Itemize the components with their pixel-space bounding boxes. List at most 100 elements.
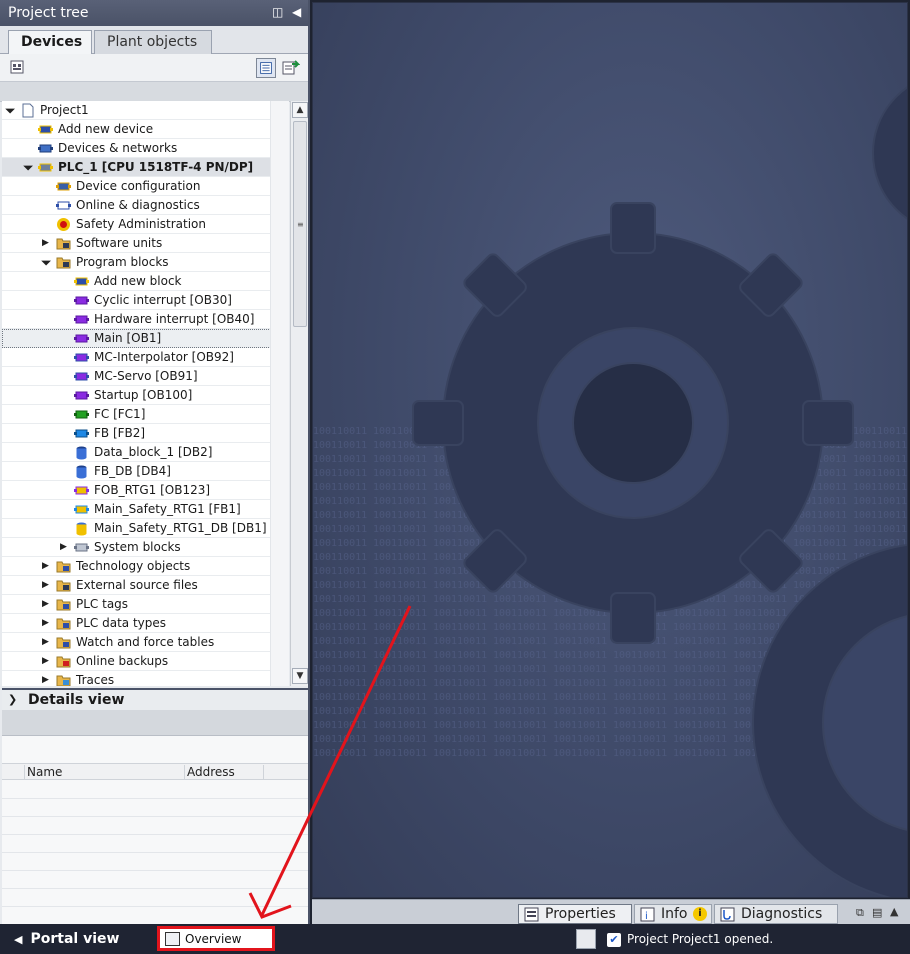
tree-item-status-cell (270, 443, 289, 462)
details-view-header[interactable]: ❯ Details view (2, 688, 308, 710)
expand-toggle-icon[interactable]: ▶ (42, 599, 52, 609)
tree-item[interactable]: Startup [OB100] (2, 386, 289, 405)
expand-toggle-icon[interactable]: ▶ (42, 656, 52, 666)
pin-icon[interactable]: ◫ (272, 5, 283, 19)
tree-item[interactable]: Data_block_1 [DB2] (2, 443, 289, 462)
folder-watch-icon (56, 637, 71, 649)
expand-toggle-icon[interactable]: ▶ (42, 675, 52, 685)
ob-icon (74, 334, 89, 343)
tree-item[interactable]: ▶ Technology objects (2, 557, 289, 576)
tree-item[interactable]: ▶ Watch and force tables (2, 633, 289, 652)
overview-label: Overview (185, 932, 242, 946)
tree-item[interactable]: Add new device (2, 120, 289, 139)
collapse-toggle-icon[interactable]: ◢ (40, 255, 54, 269)
table-row (2, 852, 308, 853)
tree-item[interactable]: FB [FB2] (2, 424, 289, 443)
tree-item-status-cell (270, 272, 289, 291)
fc-icon (74, 410, 89, 419)
network-status-icon[interactable] (576, 929, 596, 949)
scroll-thumb[interactable]: ≡ (293, 121, 307, 327)
tree-item[interactable]: ◢ PLC_1 [CPU 1518TF-4 PN/DP] (2, 158, 289, 177)
tab-properties[interactable]: Properties (518, 904, 632, 924)
tree-item[interactable]: Main [OB1] (2, 329, 289, 348)
tree-header-strip (0, 82, 308, 102)
column-address[interactable]: Address (184, 765, 264, 779)
project-tree-tabs: Devices Plant objects (0, 26, 308, 54)
collapse-left-icon[interactable]: ◀ (292, 5, 301, 19)
tree-item[interactable]: FC [FC1] (2, 405, 289, 424)
tree-item[interactable]: MC-Servo [OB91] (2, 367, 289, 386)
tree-item[interactable]: ▶ Traces (2, 671, 289, 686)
tree-item[interactable]: Cyclic interrupt [OB30] (2, 291, 289, 310)
float-window-icon[interactable]: ⧉ (856, 906, 864, 920)
list-view-icon[interactable] (256, 58, 276, 78)
tree-item-status-cell (270, 576, 289, 595)
folder-types-icon (56, 618, 71, 630)
expand-toggle-icon[interactable]: ▶ (60, 542, 70, 552)
info-badge-icon: i (693, 907, 707, 921)
tree-item[interactable]: Safety Administration (2, 215, 289, 234)
diagnostics-icon (720, 907, 735, 922)
chevron-down-icon[interactable]: ❯ (8, 693, 17, 706)
portal-view-button[interactable]: ◀ Portal view (14, 931, 119, 947)
tree-item[interactable]: ▶ System blocks (2, 538, 289, 557)
overview-button[interactable]: Overview (157, 926, 275, 951)
folder-backup-icon (56, 656, 71, 668)
tree-item[interactable]: Main_Safety_RTG1_DB [DB1] (2, 519, 289, 538)
tree-item[interactable]: Hardware interrupt [OB40] (2, 310, 289, 329)
tree-item[interactable]: ▶ Software units (2, 234, 289, 253)
tree-item[interactable]: ◢ Program blocks (2, 253, 289, 272)
collapse-toggle-icon[interactable]: ◢ (22, 160, 36, 174)
expand-toggle-icon[interactable]: ▶ (42, 561, 52, 571)
tree-item[interactable]: FOB_RTG1 [OB123] (2, 481, 289, 500)
tree-scrollbar[interactable]: ▲ ≡ ▼ (290, 101, 308, 686)
tree-item-label: Device configuration (76, 179, 201, 193)
tree-item[interactable]: ◢ Project1 (2, 101, 289, 120)
tree-item[interactable]: FB_DB [DB4] (2, 462, 289, 481)
tree-item[interactable]: ▶ PLC data types (2, 614, 289, 633)
table-row (2, 798, 308, 799)
tree-item-status-cell (270, 633, 289, 652)
tree-options-icon[interactable] (8, 58, 28, 78)
tree-item-label: Main_Safety_RTG1 [FB1] (94, 502, 241, 516)
expand-toggle-icon[interactable]: ▶ (42, 637, 52, 647)
tab-plant-objects[interactable]: Plant objects (94, 30, 212, 54)
tree-item-status-cell (270, 234, 289, 253)
tree-item-status-cell (270, 500, 289, 519)
tree-item[interactable]: MC-Interpolator [OB92] (2, 348, 289, 367)
add-block-icon (74, 277, 89, 286)
tree-item[interactable]: Device configuration (2, 177, 289, 196)
network-icon (38, 144, 53, 153)
expand-toggle-icon[interactable]: ▶ (42, 580, 52, 590)
collapse-toggle-icon[interactable]: ◢ (4, 103, 18, 117)
tree-item-label: Watch and force tables (76, 635, 215, 649)
tree-item-status-cell (270, 291, 289, 310)
expand-toggle-icon[interactable]: ▶ (42, 238, 52, 248)
maximize-icon[interactable]: ▤ (872, 906, 882, 919)
tree-item-label: System blocks (94, 540, 181, 554)
status-bar: ◀ Portal view Overview ✔ Project Project1 … (0, 924, 910, 954)
tree-item-status-cell (270, 120, 289, 139)
tree-item-label: Startup [OB100] (94, 388, 193, 402)
scroll-up-arrow[interactable]: ▲ (292, 102, 308, 118)
tree-item[interactable]: Main_Safety_RTG1 [FB1] (2, 500, 289, 519)
tree-item[interactable]: Add new block (2, 272, 289, 291)
export-table-icon[interactable] (280, 58, 300, 78)
tree-item-label: FOB_RTG1 [OB123] (94, 483, 211, 497)
tree-item[interactable]: ▶ PLC tags (2, 595, 289, 614)
tab-devices[interactable]: Devices (8, 30, 92, 54)
fb-icon (74, 429, 89, 438)
tab-diagnostics[interactable]: Diagnostics (714, 904, 838, 924)
column-name[interactable]: Name (24, 765, 184, 779)
tab-info[interactable]: i Info i (634, 904, 712, 924)
expand-up-icon[interactable]: ▲ (890, 905, 898, 918)
tree-item-status-cell (270, 158, 289, 177)
scroll-down-arrow[interactable]: ▼ (292, 668, 308, 684)
tree-item[interactable]: ▶ External source files (2, 576, 289, 595)
tree-item-label: PLC_1 [CPU 1518TF-4 PN/DP] (58, 160, 254, 174)
tree-item-status-cell (270, 348, 289, 367)
expand-toggle-icon[interactable]: ▶ (42, 618, 52, 628)
tree-item[interactable]: ▶ Online backups (2, 652, 289, 671)
tree-item[interactable]: Online & diagnostics (2, 196, 289, 215)
tree-item[interactable]: Devices & networks (2, 139, 289, 158)
